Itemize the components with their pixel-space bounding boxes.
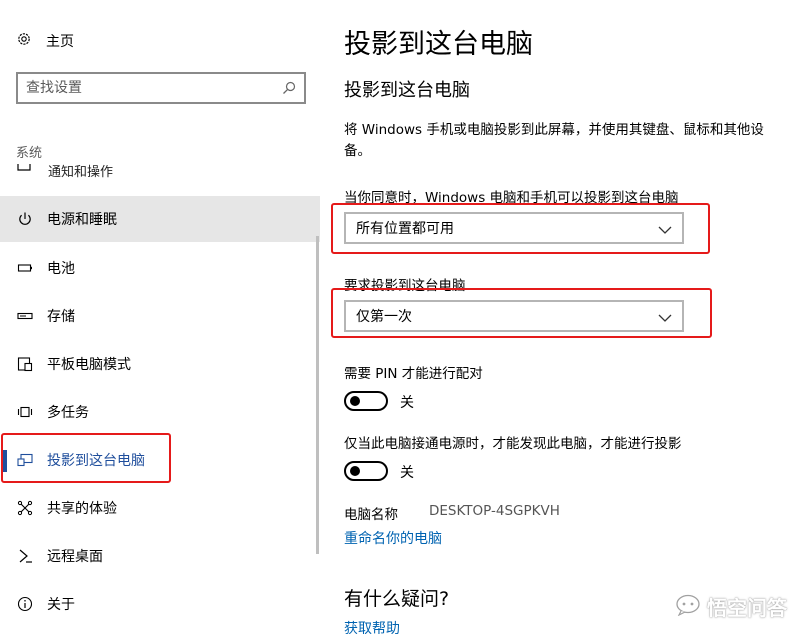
- highlight-box-ask: [331, 288, 712, 338]
- sidebar-item-label: 电源和睡眠: [47, 212, 117, 228]
- sidebar-item-label: 共享的体验: [47, 501, 117, 517]
- shared-experiences-icon: [15, 500, 35, 516]
- sidebar-item-label: 通知和操作: [48, 165, 114, 180]
- watermark: 悟空问答: [675, 592, 787, 621]
- sidebar-item-power-sleep[interactable]: 电源和睡眠: [0, 196, 320, 242]
- watermark-text: 悟空问答: [707, 596, 787, 620]
- page-title: 投影到这台电脑: [344, 29, 533, 60]
- battery-icon: [15, 260, 35, 276]
- pin-toggle-state: 关: [400, 395, 414, 411]
- settings-sidebar: 主页 系统 通知和操作 电源和睡眠: [0, 0, 320, 634]
- sidebar-item-tablet-mode[interactable]: 平板电脑模式: [0, 341, 320, 387]
- description-text: 将 Windows 手机或电脑投影到此屏幕，并使用其键盘、鼠标和其他设备。: [344, 122, 764, 159]
- question-heading: 有什么疑问?: [344, 588, 450, 610]
- pc-name-value: DESKTOP-4SGPKVH: [429, 503, 560, 519]
- home-label: 主页: [46, 34, 74, 50]
- search-icon[interactable]: [282, 80, 296, 99]
- pin-label: 需要 PIN 才能进行配对: [344, 366, 483, 382]
- search-box[interactable]: [16, 72, 306, 104]
- power-icon: [15, 211, 35, 227]
- pc-name-label: 电脑名称: [344, 507, 398, 523]
- rename-pc-link[interactable]: 重命名你的电脑: [344, 528, 442, 548]
- toggle-knob: [350, 466, 360, 476]
- home-nav-item[interactable]: 主页: [16, 30, 74, 52]
- sidebar-item-label: 远程桌面: [47, 549, 103, 565]
- gear-icon: [16, 31, 32, 51]
- sidebar-item-label: 多任务: [47, 405, 89, 421]
- sidebar-item-label: 平板电脑模式: [47, 357, 131, 373]
- get-help-link[interactable]: 获取帮助: [344, 618, 400, 634]
- search-input[interactable]: [26, 79, 266, 97]
- sidebar-item-label: 存储: [47, 309, 75, 325]
- section-label-system: 系统: [16, 146, 43, 161]
- sidebar-item-shared-experiences[interactable]: 共享的体验: [0, 485, 320, 531]
- power-label: 仅当此电脑接通电源时，才能发现此电脑，才能进行投影: [344, 436, 682, 452]
- toggle-knob: [350, 396, 360, 406]
- sidebar-item-storage[interactable]: 存储: [0, 293, 320, 339]
- sidebar-item-label: 关于: [47, 597, 75, 613]
- storage-icon: [15, 308, 35, 324]
- multitasking-icon: [15, 404, 35, 420]
- pin-toggle[interactable]: [344, 391, 388, 411]
- info-icon: [15, 596, 35, 612]
- tablet-mode-icon: [15, 356, 35, 372]
- sidebar-item-about[interactable]: 关于: [0, 581, 320, 627]
- power-toggle[interactable]: [344, 461, 388, 481]
- sidebar-item-multitasking[interactable]: 多任务: [0, 389, 320, 435]
- sidebar-item-remote-desktop[interactable]: 远程桌面: [0, 533, 320, 579]
- highlight-box-availability: [331, 203, 710, 254]
- sidebar-scrollbar[interactable]: [316, 236, 319, 554]
- watermark-logo-icon: [675, 594, 701, 620]
- highlight-box-sidebar: [1, 433, 171, 483]
- remote-desktop-icon: [15, 548, 35, 564]
- sidebar-item-label: 电池: [47, 261, 75, 277]
- notifications-icon: [16, 164, 32, 181]
- sidebar-item-battery[interactable]: 电池: [0, 245, 320, 291]
- sidebar-item-notifications[interactable]: 通知和操作: [16, 164, 306, 182]
- power-toggle-state: 关: [400, 465, 414, 481]
- section-title: 投影到这台电脑: [344, 80, 470, 101]
